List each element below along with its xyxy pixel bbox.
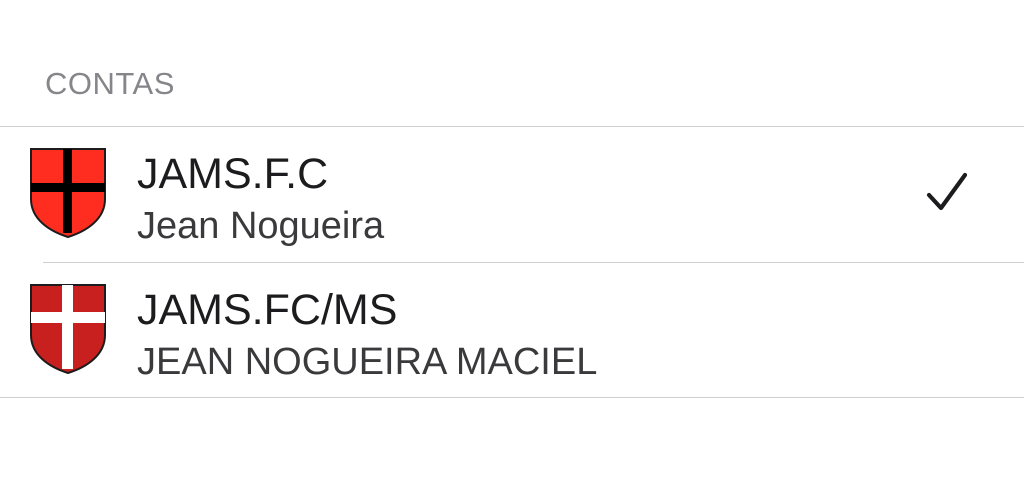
section-header: CONTAS bbox=[45, 66, 175, 101]
account-user: Jean Nogueira bbox=[137, 205, 385, 247]
account-name: JAMS.F.C bbox=[137, 150, 329, 198]
checkmark-icon bbox=[926, 172, 968, 211]
account-name: JAMS.FC/MS bbox=[137, 286, 398, 334]
account-row-jams-fc[interactable]: JAMS.F.C Jean Nogueira bbox=[0, 127, 1024, 262]
divider-bottom bbox=[0, 397, 1024, 398]
red-shield-black-cross-icon bbox=[30, 148, 106, 239]
account-row-jams-fc-ms[interactable]: JAMS.FC/MS JEAN NOGUEIRA MACIEL bbox=[0, 263, 1024, 398]
red-shield-white-cross-icon bbox=[30, 284, 106, 375]
account-user: JEAN NOGUEIRA MACIEL bbox=[137, 341, 598, 383]
